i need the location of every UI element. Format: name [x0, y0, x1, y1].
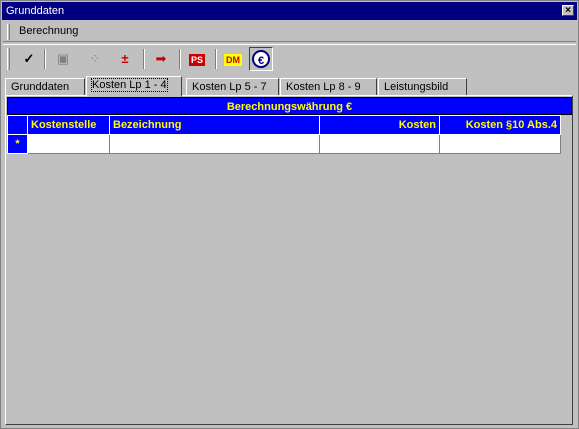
column-header-bezeichnung[interactable]: Bezeichnung: [109, 115, 320, 135]
dm-currency-icon: DM: [224, 54, 242, 66]
tab-kosten-lp-5-7[interactable]: Kosten Lp 5 - 7: [186, 78, 279, 96]
menubar-grip[interactable]: [7, 24, 10, 40]
euro-currency-button[interactable]: €: [249, 47, 273, 71]
plus-minus-button[interactable]: ±: [113, 47, 137, 71]
dm-currency-button[interactable]: DM: [221, 47, 245, 71]
toolbar-separator: [215, 49, 217, 69]
copy-icon: ⁘: [89, 51, 101, 66]
row-selector-header[interactable]: [7, 115, 28, 135]
column-header-kostenstelle[interactable]: Kostenstelle: [27, 115, 110, 135]
document-icon: ▣: [56, 51, 70, 66]
menu-bar: Berechnung: [3, 22, 576, 42]
exit-arrow-icon: ➡: [155, 51, 167, 66]
check-button[interactable]: ✓: [17, 47, 41, 71]
check-icon: ✓: [23, 51, 35, 66]
cost-table: Kostenstelle Bezeichnung Kosten Kosten §…: [7, 115, 561, 154]
grunddaten-window: Grunddaten × Berechnung ✓ ▣ ⁘ ± ➡ PS DM: [0, 0, 579, 429]
cell-kosten-10[interactable]: [439, 134, 561, 154]
copy-button[interactable]: ⁘: [83, 47, 107, 71]
tab-kosten-lp-1-4[interactable]: Kosten Lp 1 - 4: [86, 76, 182, 97]
plus-minus-icon: ±: [121, 51, 129, 66]
cost-grid: Berechnungswährung € Kostenstelle Bezeic…: [7, 97, 572, 423]
euro-currency-icon: €: [252, 50, 270, 68]
close-button[interactable]: ×: [562, 5, 574, 16]
table-header-row: Kostenstelle Bezeichnung Kosten Kosten §…: [7, 115, 561, 135]
toolbar: ✓ ▣ ⁘ ± ➡ PS DM €: [3, 44, 576, 72]
new-row: *: [7, 134, 561, 154]
exit-button[interactable]: ➡: [149, 47, 173, 71]
toolbar-separator: [143, 49, 145, 69]
cell-kostenstelle[interactable]: [27, 134, 110, 154]
tab-kosten-lp-8-9[interactable]: Kosten Lp 8 - 9: [280, 78, 377, 96]
document-button[interactable]: ▣: [51, 47, 75, 71]
title-bar: Grunddaten ×: [2, 2, 577, 20]
column-header-kosten-10[interactable]: Kosten §10 Abs.4: [439, 115, 561, 135]
tab-panel: Berechnungswährung € Kostenstelle Bezeic…: [5, 95, 573, 425]
ps-icon: PS: [188, 54, 205, 66]
toolbar-grip[interactable]: [7, 48, 10, 70]
menu-berechnung[interactable]: Berechnung: [19, 25, 78, 37]
toolbar-separator: [44, 49, 46, 69]
cell-bezeichnung[interactable]: [109, 134, 320, 154]
tab-grunddaten[interactable]: Grunddaten: [5, 78, 85, 96]
new-row-indicator[interactable]: *: [7, 134, 28, 154]
column-header-kosten[interactable]: Kosten: [319, 115, 440, 135]
ps-button[interactable]: PS: [185, 47, 209, 71]
cell-kosten[interactable]: [319, 134, 440, 154]
toolbar-separator: [179, 49, 181, 69]
window-title: Grunddaten: [6, 5, 65, 17]
tab-leistungsbild[interactable]: Leistungsbild: [378, 78, 467, 96]
currency-header: Berechnungswährung €: [7, 97, 572, 115]
